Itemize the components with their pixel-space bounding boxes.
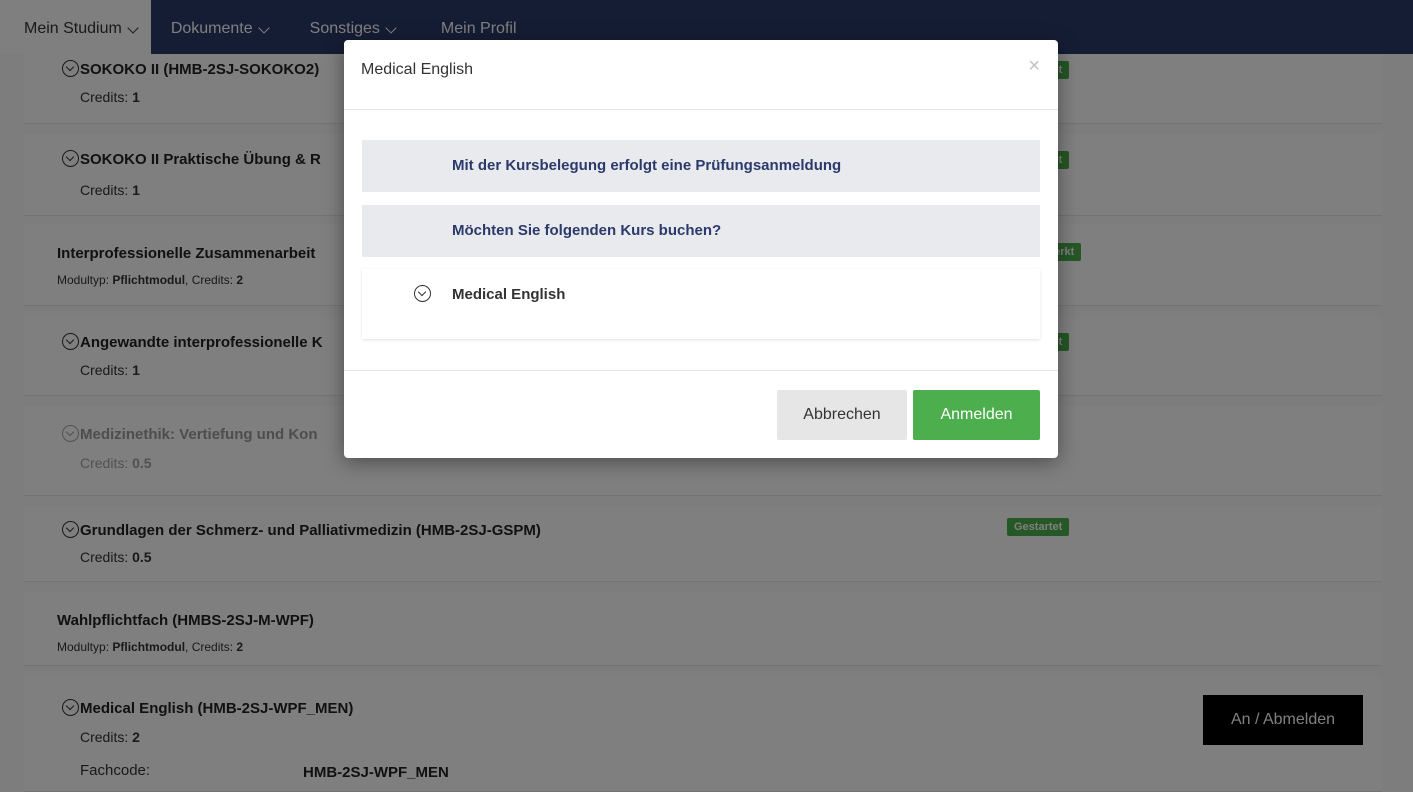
dialog-header: Medical English × <box>344 40 1058 110</box>
booking-question: Möchten Sie folgenden Kurs buchen? <box>362 205 1040 257</box>
exam-registration-notice: Mit der Kursbelegung erfolgt eine Prüfun… <box>362 140 1040 192</box>
expand-circle-icon[interactable] <box>414 285 431 302</box>
course-name: Medical English <box>452 286 566 303</box>
dialog-title: Medical English <box>361 61 474 78</box>
question-text: Möchten Sie folgenden Kurs buchen? <box>452 222 722 239</box>
booking-dialog: Medical English × Mit der Kursbelegung e… <box>344 40 1058 458</box>
notice-text: Mit der Kursbelegung erfolgt eine Prüfun… <box>452 157 842 174</box>
course-item: Medical English <box>362 269 1040 339</box>
register-button[interactable]: Anmelden <box>913 390 1040 440</box>
close-icon[interactable]: × <box>1028 56 1040 76</box>
cancel-button[interactable]: Abbrechen <box>777 390 907 440</box>
dialog-footer: Abbrechen Anmelden <box>344 370 1058 458</box>
